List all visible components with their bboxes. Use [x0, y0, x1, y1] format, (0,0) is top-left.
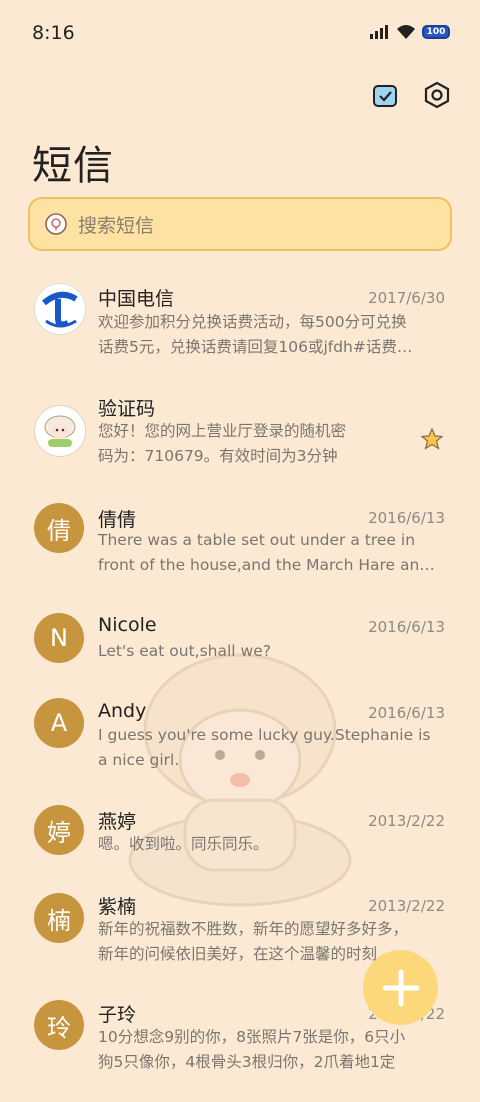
message-item[interactable]: 中国电信 2017/6/30 欢迎参加积分兑换话费活动，每500分可兑换 话费5… [0, 272, 480, 382]
message-preview: I guess you're some lucky guy.Stephanie … [98, 723, 448, 773]
check-calendar-button[interactable] [370, 80, 400, 110]
sender-name: Nicole [98, 614, 157, 636]
message-preview: Let's eat out,shall we? [98, 639, 448, 664]
sender-name: 燕婷 [98, 811, 137, 833]
preview-line: 欢迎参加积分兑换话费活动，每500分可兑换 [98, 313, 407, 331]
message-preview: 10分想念9别的你，8张照片7张是你，6只小 狗5只像你，4根骨头3根归你，2爪… [98, 1025, 448, 1075]
status-time: 8:16 [32, 22, 75, 44]
message-item[interactable]: A Andy 2016/6/13 I guess you're some luc… [0, 692, 480, 802]
preview-line: I guess you're some lucky guy.Stephanie … [98, 726, 431, 744]
check-calendar-icon [373, 85, 397, 107]
preview-line: front of the house,and the March Hare an… [98, 556, 435, 574]
message-preview: 欢迎参加积分兑换话费活动，每500分可兑换 话费5元，兑换话费请回复106或jf… [98, 310, 448, 360]
contact-avatar: 倩 [34, 503, 84, 553]
china-telecom-logo-icon [34, 283, 86, 335]
signal-icon [370, 25, 388, 39]
message-date: 2016/6/13 [368, 509, 445, 527]
preview-line: 狗5只像你，4根骨头3根归你，2爪着地1定 [98, 1053, 396, 1071]
message-date: 2017/6/30 [368, 289, 445, 307]
preview-line: a nice girl. [98, 751, 180, 769]
search-input[interactable]: 搜索短信 [28, 197, 452, 251]
message-item[interactable]: 验证码 您好！您的网上营业厅登录的随机密 码为：710679。有效时间为3分钟 [0, 382, 480, 492]
status-icons: 100 [370, 24, 450, 40]
top-actions [370, 80, 452, 110]
new-message-fab[interactable] [363, 950, 438, 1025]
contact-avatar: 玲 [34, 1000, 84, 1050]
status-bar: 8:16 100 [0, 0, 480, 64]
preview-line: 新年的祝福数不胜数，新年的愿望好多好多， [98, 920, 409, 938]
plus-icon [382, 969, 419, 1006]
sheep-avatar-icon [34, 405, 86, 457]
search-sheep-icon [45, 213, 67, 235]
message-item[interactable]: 倩 倩倩 2016/6/13 There was a table set out… [0, 493, 480, 603]
sender-name: Andy [98, 700, 147, 722]
search-placeholder: 搜索短信 [78, 214, 155, 237]
message-date: 2013/2/22 [368, 897, 445, 915]
preview-line: 码为：710679。有效时间为3分钟 [98, 447, 338, 465]
message-date: 2016/6/13 [368, 618, 445, 636]
page-title: 短信 [32, 143, 114, 189]
contact-avatar: 楠 [34, 893, 84, 943]
preview-line: There was a table set out under a tree i… [98, 531, 416, 549]
preview-line: 您好！您的网上营业厅登录的随机密 [98, 422, 347, 440]
sender-name: 紫楠 [98, 896, 137, 918]
message-date: 2016/6/13 [368, 704, 445, 722]
preview-line: Let's eat out,shall we? [98, 642, 271, 660]
message-date: 2013/2/22 [368, 812, 445, 830]
contact-avatar: A [34, 698, 84, 748]
contact-avatar: N [34, 613, 84, 663]
preview-line: 嗯。收到啦。同乐同乐。 [98, 835, 269, 853]
sender-name: 验证码 [98, 398, 156, 420]
battery-level: 100 [426, 27, 446, 37]
preview-line: 话费5元，兑换话费请回复106或jfdh#话费… [98, 338, 413, 356]
battery-icon: 100 [422, 25, 450, 39]
message-preview: There was a table set out under a tree i… [98, 528, 448, 578]
message-preview: 嗯。收到啦。同乐同乐。 [98, 832, 448, 857]
sender-name: 子玲 [98, 1004, 137, 1026]
contact-avatar: 婷 [34, 805, 84, 855]
settings-button[interactable] [422, 80, 452, 110]
settings-hex-icon [424, 81, 450, 109]
wifi-icon [397, 25, 415, 39]
sender-name: 中国电信 [98, 288, 175, 310]
message-preview: 您好！您的网上营业厅登录的随机密 码为：710679。有效时间为3分钟 [98, 419, 448, 469]
preview-line: 10分想念9别的你，8张照片7张是你，6只小 [98, 1028, 406, 1046]
